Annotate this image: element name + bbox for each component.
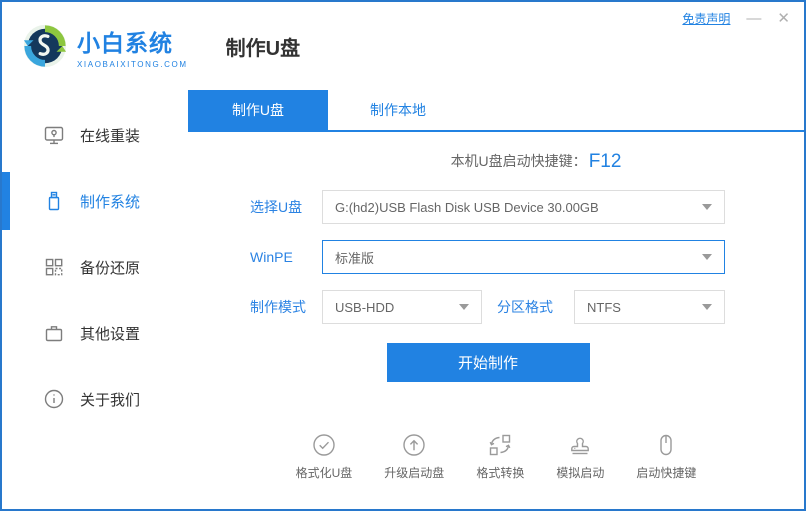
tool-simulate-boot[interactable]: 模拟启动 [556, 432, 604, 481]
partition-select-value: NTFS [587, 299, 621, 315]
check-circle-icon [313, 434, 335, 456]
mode-select-label: 制作模式 [250, 299, 306, 315]
sidebar-item-label: 其他设置 [80, 325, 141, 343]
sidebar-item-backup-restore[interactable]: 备份还原 [2, 234, 188, 300]
body: 在线重装 制作系统 备份还原 其他设置 关于我们 制作U盘 制作本地 本机U盘启… [2, 90, 804, 509]
partition-select[interactable]: NTFS [574, 290, 725, 324]
content-area: 本机U盘启动快捷键： F12 选择U盘 G:(hd2)USB Flash Disk… [188, 132, 804, 509]
sidebar-item-online-reinstall[interactable]: 在线重装 [2, 102, 188, 168]
tool-label: 格式化U盘 [295, 466, 353, 480]
active-indicator [2, 172, 10, 230]
active-indicator [2, 106, 10, 164]
sidebar-item-about-us[interactable]: 关于我们 [2, 366, 188, 432]
tab-bar: 制作U盘 制作本地 [188, 90, 804, 132]
swirl-globe-logo-icon [23, 24, 67, 68]
active-indicator [2, 238, 10, 296]
titlebar-controls: 免责声明 — ✕ [682, 10, 790, 27]
page-title: 制作U盘 [225, 37, 301, 60]
sidebar-item-other-settings[interactable]: 其他设置 [2, 300, 188, 366]
mode-select[interactable]: USB-HDD [322, 290, 482, 324]
main-panel: 制作U盘 制作本地 本机U盘启动快捷键： F12 选择U盘 G:(hd2)USB … [188, 90, 804, 509]
form: 选择U盘 G:(hd2)USB Flash Disk USB Device 30… [188, 189, 804, 325]
tool-label: 格式转换 [476, 466, 525, 480]
winpe-row: WinPE 标准版 [250, 239, 804, 275]
winpe-select-label: WinPE [250, 249, 293, 265]
sidebar-item-label: 关于我们 [80, 391, 141, 409]
monitor-icon [44, 126, 64, 145]
minimize-button[interactable]: — [746, 11, 761, 26]
mode-partition-row: 制作模式 USB-HDD 分区格式 NTFS [250, 289, 804, 325]
convert-icon [489, 434, 511, 456]
close-button[interactable]: ✕ [777, 11, 790, 26]
boot-hotkey-value: F12 [588, 151, 622, 172]
chevron-down-icon [702, 304, 712, 310]
partition-select-label: 分区格式 [497, 299, 553, 315]
tool-format-convert[interactable]: 格式转换 [476, 432, 524, 481]
arrow-up-circle-icon [403, 434, 425, 456]
chevron-down-icon [702, 204, 712, 210]
winpe-select[interactable]: 标准版 [322, 240, 725, 274]
logo: 小白系统 XIAOBAIXITONG.COM [22, 23, 188, 69]
tool-label: 模拟启动 [556, 466, 605, 480]
usb-select-label: 选择U盘 [250, 199, 303, 215]
tool-format-usb[interactable]: 格式化U盘 [295, 432, 353, 481]
brand-block: 小白系统 XIAOBAIXITONG.COM [77, 24, 188, 69]
brand-name: 小白系统 [77, 29, 173, 56]
sidebar-item-label: 备份还原 [80, 259, 141, 277]
mode-select-value: USB-HDD [335, 299, 395, 315]
mouse-icon [660, 434, 673, 456]
app-window: 免责声明 — ✕ 小白系统 XIAOBAIXITONG.COM 制作U盘 在线重… [0, 0, 806, 511]
sidebar-item-make-system[interactable]: 制作系统 [2, 168, 188, 234]
chevron-down-icon [702, 254, 712, 260]
footer-tools: 格式化U盘 升级启动盘 格式转换 模拟启动 启动快捷键 [188, 432, 804, 481]
boot-hotkey-label: 本机U盘启动快捷键： [450, 153, 587, 169]
tool-label: 升级启动盘 [384, 466, 445, 480]
backup-grid-icon [45, 258, 63, 276]
stamp-icon [571, 437, 590, 455]
winpe-select-value: 标准版 [335, 250, 375, 266]
tab-make-usb[interactable]: 制作U盘 [188, 90, 328, 130]
tool-label: 启动快捷键 [636, 466, 697, 480]
tool-upgrade-boot-disk[interactable]: 升级启动盘 [384, 432, 444, 481]
active-indicator [2, 304, 10, 362]
tool-boot-hotkey[interactable]: 启动快捷键 [636, 432, 696, 481]
sidebar-item-label: 在线重装 [80, 127, 141, 145]
briefcase-icon [45, 326, 63, 342]
start-make-button[interactable]: 开始制作 [386, 343, 590, 382]
usb-drive-icon [48, 191, 60, 211]
boot-hotkey-line: 本机U盘启动快捷键： F12 [228, 149, 804, 173]
sidebar-item-label: 制作系统 [80, 193, 141, 211]
usb-row: 选择U盘 G:(hd2)USB Flash Disk USB Device 30… [250, 189, 804, 225]
tab-make-local[interactable]: 制作本地 [328, 90, 468, 130]
sidebar: 在线重装 制作系统 备份还原 其他设置 关于我们 [2, 90, 188, 509]
brand-domain: XIAOBAIXITONG.COM [77, 59, 188, 69]
usb-select-value: G:(hd2)USB Flash Disk USB Device 30.00GB [335, 199, 599, 215]
usb-select[interactable]: G:(hd2)USB Flash Disk USB Device 30.00GB [322, 190, 725, 224]
active-indicator [2, 370, 10, 428]
info-icon [44, 389, 64, 409]
disclaimer-link[interactable]: 免责声明 [682, 10, 730, 27]
chevron-down-icon [459, 304, 469, 310]
